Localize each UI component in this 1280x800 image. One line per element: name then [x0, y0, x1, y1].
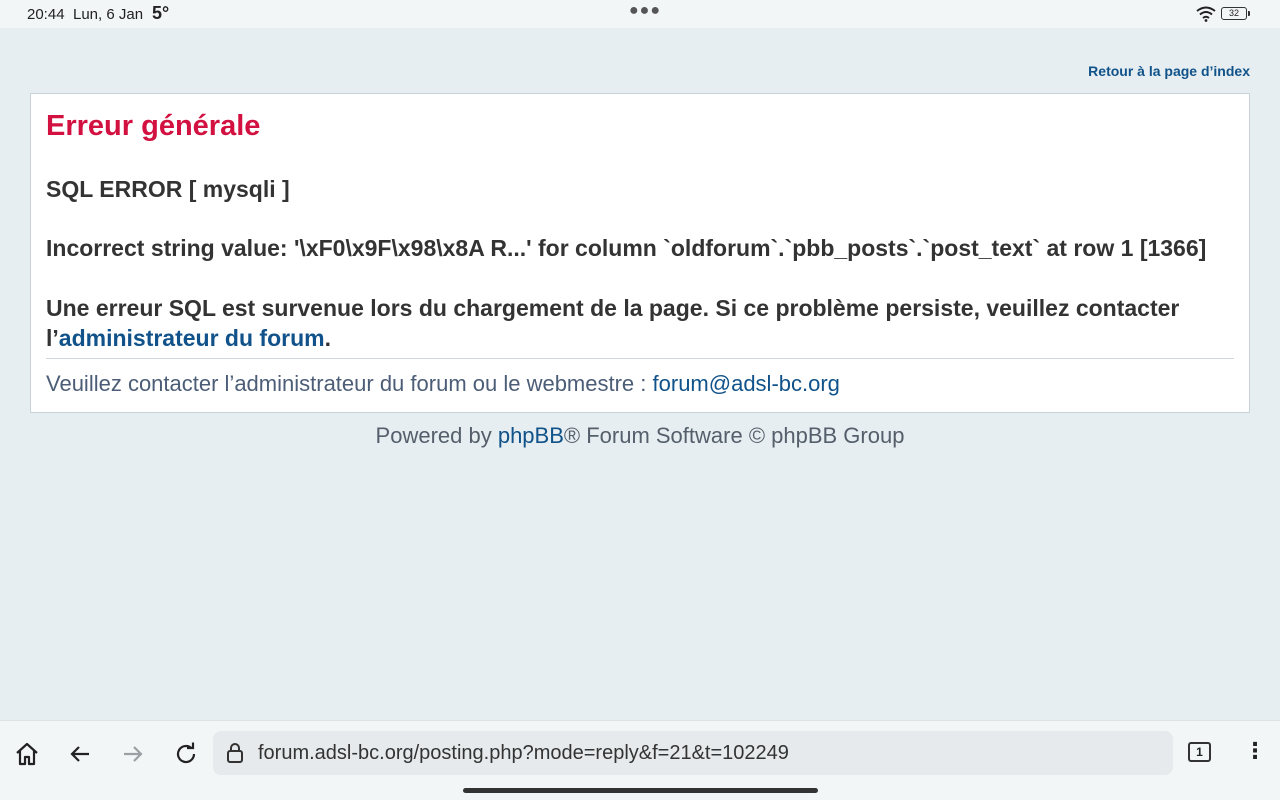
contact-email-link[interactable]: forum@adsl-bc.org: [653, 371, 840, 396]
contact-text: Veuillez contacter l’administrateur du f…: [46, 371, 653, 396]
error-panel: Erreur générale SQL ERROR [ mysqli ] Inc…: [30, 93, 1250, 413]
forum-admin-link[interactable]: administrateur du forum: [59, 325, 325, 351]
multiwindow-dots-icon[interactable]: ●●●: [629, 2, 661, 20]
divider: [46, 358, 1234, 359]
home-icon[interactable]: [12, 739, 42, 769]
powered-suffix: ® Forum Software © phpBB Group: [563, 423, 905, 448]
battery-icon: 32: [1221, 7, 1250, 20]
home-indicator-bar[interactable]: [463, 788, 818, 793]
powered-by-footer: Powered by phpBB® Forum Software © phpBB…: [0, 423, 1280, 449]
back-arrow-icon[interactable]: [65, 739, 95, 769]
powered-prefix: Powered by: [375, 423, 498, 448]
forward-arrow-icon[interactable]: [118, 739, 148, 769]
tabs-count-button[interactable]: 1: [1188, 742, 1211, 762]
contact-line: Veuillez contacter l’administrateur du f…: [46, 371, 840, 397]
wifi-icon: [1196, 6, 1216, 22]
reload-icon[interactable]: [171, 739, 201, 769]
error-title: Erreur générale: [46, 110, 261, 142]
sql-info-period: .: [324, 325, 331, 351]
status-date: Lun, 6 Jan: [73, 6, 144, 23]
status-time: 20:44: [27, 6, 65, 23]
lock-icon: [225, 741, 245, 765]
sql-error-message: Incorrect string value: '\xF0\x9F\x98\x8…: [46, 235, 1207, 261]
sql-error-heading: SQL ERROR [ mysqli ]: [46, 176, 290, 202]
address-bar[interactable]: forum.adsl-bc.org/posting.php?mode=reply…: [213, 731, 1173, 775]
status-temperature: 5°: [152, 3, 170, 23]
back-to-index-link[interactable]: Retour à la page d’index: [1088, 63, 1250, 79]
url-text: forum.adsl-bc.org/posting.php?mode=reply…: [258, 742, 789, 764]
sql-error-info: Une erreur SQL est survenue lors du char…: [46, 293, 1231, 353]
phpbb-link[interactable]: phpBB: [498, 423, 564, 448]
more-menu-icon[interactable]: ⋮: [1244, 739, 1266, 767]
system-status-bar: 20:44 Lun, 6 Jan 5° ●●● 32: [0, 0, 1280, 28]
